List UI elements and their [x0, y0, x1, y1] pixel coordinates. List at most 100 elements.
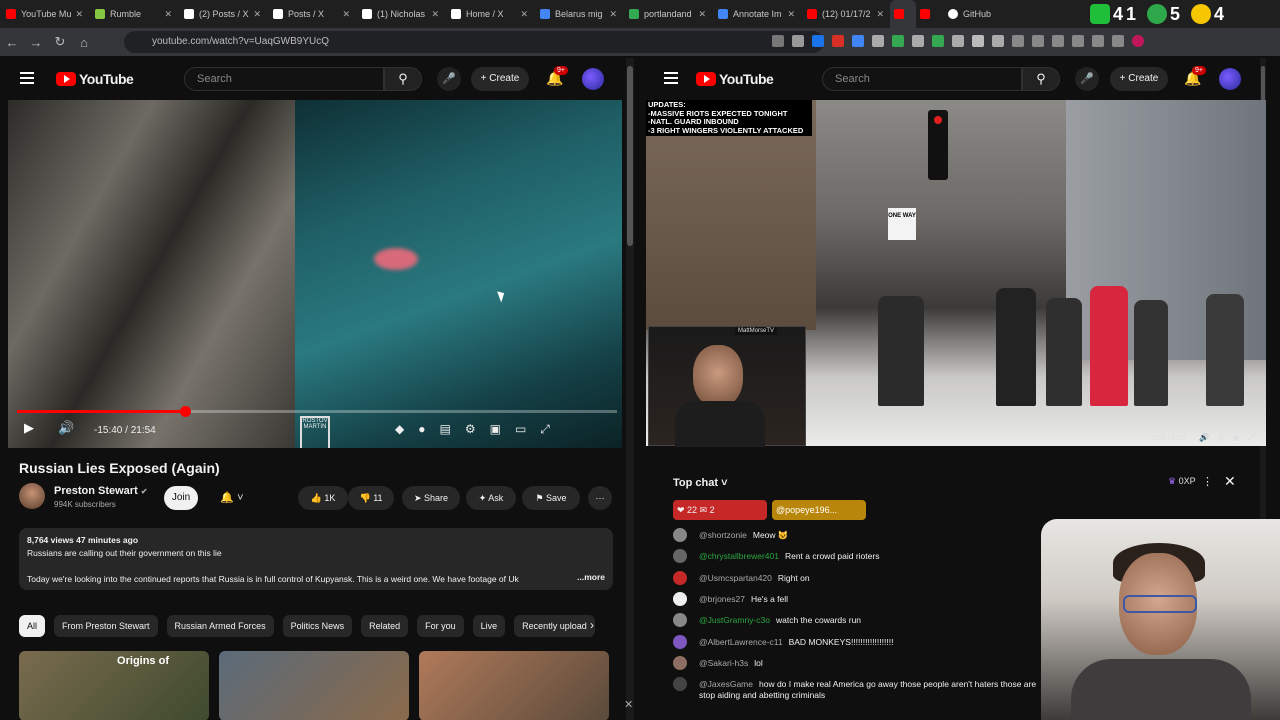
- chat-username[interactable]: @JustGramny-c3o: [699, 615, 770, 625]
- create-button[interactable]: + Create: [1110, 67, 1168, 91]
- search-button[interactable]: ⚲: [384, 67, 422, 91]
- notifications-icon[interactable]: 🔔 9+: [546, 66, 568, 87]
- chat-message[interactable]: stop aiding and abetting criminals: [673, 688, 825, 702]
- filter-chip[interactable]: All: [19, 615, 46, 637]
- url-input[interactable]: youtube.com/watch?v=UaqGWB9YUcQ: [124, 31, 824, 53]
- chat-username[interactable]: @AlbertLawrence-c11: [699, 637, 783, 647]
- channel-avatar[interactable]: [19, 483, 45, 509]
- history-icon[interactable]: [1012, 35, 1024, 47]
- video-player[interactable]: ROSTOV MARTIN: [8, 100, 622, 448]
- filter-chip[interactable]: For you: [417, 615, 464, 637]
- chevron-right-icon[interactable]: ›: [590, 618, 594, 632]
- chat-username[interactable]: @brjones27: [699, 594, 745, 604]
- close-chat-icon[interactable]: ✕: [1224, 473, 1236, 490]
- dislike-button[interactable]: 👎 11: [348, 486, 394, 510]
- mic-icon[interactable]: 🎤: [437, 67, 461, 91]
- close-tab-icon[interactable]: ✕: [698, 9, 706, 20]
- thumbnail[interactable]: [419, 651, 609, 720]
- gift-banner-user[interactable]: @popeye196...: [772, 500, 866, 520]
- theater-icon[interactable]: ▭: [515, 422, 526, 437]
- back-icon[interactable]: ←: [0, 35, 24, 50]
- browser-tab[interactable]: Annotate Im ✕: [712, 0, 801, 28]
- extension-icon[interactable]: [852, 35, 864, 47]
- chat-message[interactable]: @brjones27 He's a fell: [673, 591, 788, 606]
- search-button[interactable]: ⚲: [1022, 67, 1060, 91]
- menu-icon[interactable]: [20, 72, 34, 84]
- emoji-extension-icon[interactable]: [1191, 4, 1212, 24]
- extension-icon[interactable]: [1092, 35, 1104, 47]
- browser-tab[interactable]: GitHub: [942, 0, 1002, 28]
- forward-icon[interactable]: →: [24, 35, 48, 50]
- chat-message[interactable]: @chrystallbrewer401 Rent a crowd paid rio…: [673, 549, 879, 564]
- browser-tab[interactable]: Belarus mig ✕: [534, 0, 623, 28]
- chat-message[interactable]: @Usmcspartan420 Right on: [673, 570, 810, 585]
- browser-tab[interactable]: portlandand ✕: [623, 0, 712, 28]
- fullscreen-icon[interactable]: ⤢: [540, 422, 550, 437]
- search-input[interactable]: Search: [184, 67, 384, 91]
- filter-chip[interactable]: Related: [361, 615, 409, 637]
- play-icon[interactable]: ▶: [24, 420, 34, 436]
- mic-icon[interactable]: 🎤: [1075, 67, 1099, 91]
- progress-bar[interactable]: [17, 406, 617, 417]
- volume-icon[interactable]: 🔊: [58, 420, 74, 436]
- chat-mode-dropdown[interactable]: Top chat ˅: [673, 477, 728, 489]
- filter-chip[interactable]: From Preston Stewart: [54, 615, 158, 637]
- menu-icon[interactable]: [664, 72, 678, 84]
- bookmark-star-icon[interactable]: [792, 35, 804, 47]
- like-button[interactable]: 👍 1K: [298, 486, 348, 510]
- browser-tab[interactable]: YouTube Mu ✕: [0, 0, 89, 28]
- settings-icon[interactable]: ⚙: [1217, 433, 1224, 443]
- channel-name[interactable]: Preston Stewart ✔: [54, 485, 148, 497]
- filter-chip[interactable]: Live: [472, 615, 506, 637]
- more-options-icon[interactable]: ⋮: [1202, 475, 1213, 488]
- close-tab-icon[interactable]: ✕: [520, 9, 528, 20]
- share-button[interactable]: ➤ Share: [402, 486, 460, 510]
- extension-icon[interactable]: [872, 35, 884, 47]
- fullscreen-icon[interactable]: ⤢: [1248, 433, 1254, 443]
- gift-banner[interactable]: ❤ 22 ✉ 2: [673, 500, 767, 520]
- chat-message[interactable]: @shortzonie Meow 😺: [673, 528, 788, 542]
- extension-icon[interactable]: [832, 35, 844, 47]
- filter-chip[interactable]: Politics News: [282, 615, 353, 637]
- reload-icon[interactable]: ↻: [48, 34, 72, 50]
- browser-tab[interactable]: [890, 0, 916, 28]
- extension-icon[interactable]: [1032, 35, 1044, 47]
- volume-icon[interactable]: 🔊: [1199, 433, 1209, 443]
- extension-icon[interactable]: [912, 35, 924, 47]
- browser-tab[interactable]: Home / X ✕: [445, 0, 534, 28]
- extension-icon[interactable]: [1090, 4, 1110, 24]
- create-button[interactable]: + Create: [471, 67, 529, 91]
- code-icon[interactable]: [1052, 35, 1064, 47]
- extension-icon[interactable]: [992, 35, 1004, 47]
- profile-avatar[interactable]: [1132, 35, 1144, 47]
- save-button[interactable]: ⚑ Save: [522, 486, 580, 510]
- filter-chip[interactable]: Russian Armed Forces: [166, 615, 274, 637]
- close-tab-icon[interactable]: ✕: [164, 9, 172, 20]
- sponsor-icon[interactable]: ◆: [395, 422, 404, 437]
- join-button[interactable]: Join: [164, 486, 198, 510]
- close-tab-icon[interactable]: ✕: [75, 9, 83, 20]
- settings-icon[interactable]: ⚙: [465, 422, 476, 437]
- browser-tab[interactable]: (2) Posts / X ✕: [178, 0, 267, 28]
- extension-icon[interactable]: [952, 35, 964, 47]
- home-icon[interactable]: ⌂: [72, 35, 96, 50]
- chat-username[interactable]: @Usmcspartan420: [699, 573, 772, 583]
- browser-tab[interactable]: (1) Nicholas ✕: [356, 0, 445, 28]
- browser-tab[interactable]: (12) 01/17/2 ✕: [801, 0, 890, 28]
- extension-icon[interactable]: [812, 35, 824, 47]
- extension-icon[interactable]: [972, 35, 984, 47]
- menu-icon[interactable]: [1112, 35, 1124, 47]
- close-icon[interactable]: ✕: [624, 698, 633, 711]
- filter-chip[interactable]: Recently upload: [514, 615, 595, 637]
- subscribe-bell-button[interactable]: 🔔 ˅: [210, 486, 254, 510]
- close-tab-icon[interactable]: ✕: [342, 9, 350, 20]
- thumbnail[interactable]: [219, 651, 409, 720]
- close-tab-icon[interactable]: ✕: [253, 9, 261, 20]
- close-tab-icon[interactable]: ✕: [609, 9, 617, 20]
- extension-icon[interactable]: [892, 35, 904, 47]
- cast-icon[interactable]: [772, 35, 784, 47]
- scrollbar[interactable]: [626, 58, 634, 720]
- browser-tab[interactable]: Posts / X ✕: [267, 0, 356, 28]
- ask-button[interactable]: ✦ Ask: [466, 486, 516, 510]
- close-tab-icon[interactable]: ✕: [431, 9, 439, 20]
